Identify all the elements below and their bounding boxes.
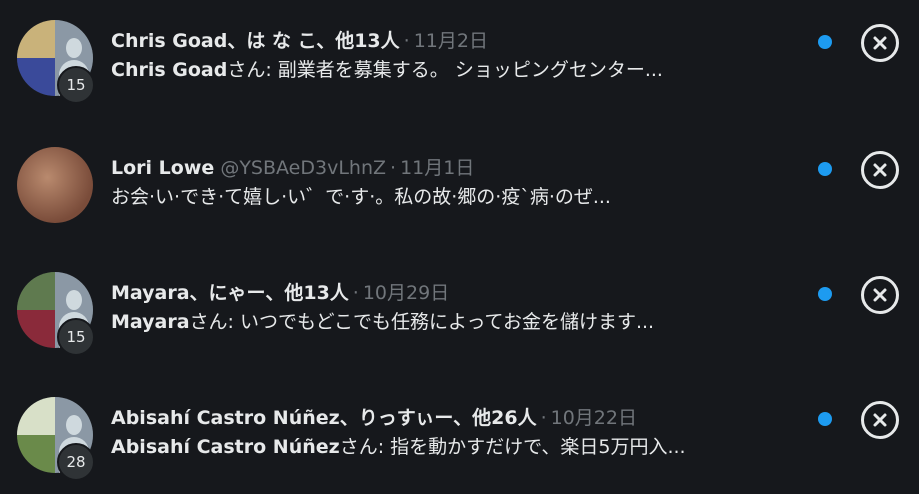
unread-dot-icon	[818, 35, 832, 49]
close-icon	[873, 413, 887, 427]
notification-header: Mayara、にゃー、他13人 · 10月29日	[111, 280, 761, 306]
notification-list: 15 Chris Goad、は な こ、他13人 · 11月2日 Chris Goadさ…	[0, 0, 919, 494]
avatar[interactable]: 15	[17, 272, 95, 356]
close-icon	[873, 163, 887, 177]
dismiss-button[interactable]	[861, 276, 899, 314]
user-handle: @YSBAeD3vLhnZ	[220, 157, 387, 179]
message-preview: Chris Goadさん: 副業者を募集する。 ショッピングセンター...	[111, 56, 761, 84]
message-text: さん: 副業者を募集する。 ショッピングセンター...	[227, 59, 663, 81]
notification-row[interactable]: 15 Chris Goad、は な こ、他13人 · 11月2日 Chris Goadさ…	[0, 0, 919, 104]
message-text: さん: いつでもどこでも任務によってお金を儲けます...	[189, 311, 655, 333]
message-text: お会‧い‧でき‧て嬉し‧い゛で‧す‧。私の故‧郷の‧疫`病‧のぜ...	[111, 186, 611, 208]
notification-header: Chris Goad、は な こ、他13人 · 11月2日	[111, 28, 761, 54]
timestamp: 11月1日	[400, 157, 475, 179]
close-icon	[873, 36, 887, 50]
message-preview: お会‧い‧でき‧て嬉し‧い゛で‧す‧。私の故‧郷の‧疫`病‧のぜ...	[111, 183, 761, 211]
notification-row[interactable]: Lori Lowe @YSBAeD3vLhnZ · 11月1日お会‧い‧でき‧て嬉し…	[0, 127, 919, 227]
separator-dot: ·	[390, 157, 397, 179]
dismiss-button[interactable]	[861, 401, 899, 439]
notification-row[interactable]: 15 Mayara、にゃー、他13人 · 10月29日 Mayaraさん: いつでもどこ…	[0, 252, 919, 356]
timestamp: 10月29日	[362, 282, 450, 304]
avatar-image	[17, 20, 55, 96]
message-sender: Abisahí Castro Núñez	[111, 436, 340, 458]
avatar[interactable]	[17, 147, 93, 223]
message-preview: Abisahí Castro Núñezさん: 指を動かすだけで、楽日5万円入.…	[111, 433, 761, 461]
sender-names[interactable]: Mayara、にゃー、他13人	[111, 282, 349, 304]
message-sender: Chris Goad	[111, 59, 228, 81]
dismiss-button[interactable]	[861, 151, 899, 189]
message-preview: Mayaraさん: いつでもどこでも任務によってお金を儲けます...	[111, 308, 761, 336]
participant-count-badge: 15	[57, 318, 95, 356]
unread-dot-icon	[818, 287, 832, 301]
timestamp: 10月22日	[550, 407, 637, 429]
unread-dot-icon	[818, 412, 832, 426]
notification-row[interactable]: 28 Abisahí Castro Núñez、りっすぃー、他26人 · 10月22日…	[0, 377, 919, 481]
separator-dot: ·	[352, 282, 359, 304]
participant-count-badge: 15	[57, 66, 95, 104]
separator-dot: ·	[403, 30, 410, 52]
close-icon	[873, 288, 887, 302]
sender-names[interactable]: Chris Goad、は な こ、他13人	[111, 30, 400, 52]
sender-names[interactable]: Lori Lowe	[111, 157, 214, 179]
timestamp: 11月2日	[413, 30, 488, 52]
participant-count-badge: 28	[57, 443, 95, 481]
separator-dot: ·	[540, 407, 547, 429]
notification-header: Abisahí Castro Núñez、りっすぃー、他26人 · 10月22日	[111, 405, 761, 431]
avatar[interactable]: 28	[17, 397, 95, 481]
message-sender: Mayara	[111, 311, 190, 333]
message-text: さん: 指を動かすだけで、楽日5万円入...	[339, 436, 686, 458]
sender-names[interactable]: Abisahí Castro Núñez、りっすぃー、他26人	[111, 407, 537, 429]
avatar[interactable]: 15	[17, 20, 95, 104]
unread-dot-icon	[818, 162, 832, 176]
avatar-image	[17, 397, 55, 473]
avatar-image	[17, 272, 55, 348]
dismiss-button[interactable]	[861, 24, 899, 62]
notification-header: Lori Lowe @YSBAeD3vLhnZ · 11月1日	[111, 155, 761, 181]
